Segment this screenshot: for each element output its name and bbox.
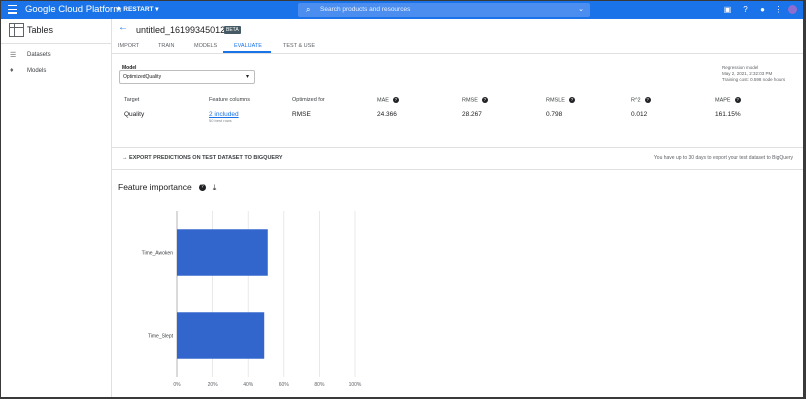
x-tick-label: 100%: [349, 382, 362, 388]
metric-value-rmsle: 0.798: [546, 111, 563, 118]
sidebar-item-label: Models: [27, 68, 47, 74]
active-tab-indicator: [223, 51, 271, 53]
sidebar-item-datasets[interactable]: ☰ Datasets: [1, 48, 111, 64]
help-icon[interactable]: ?: [741, 5, 750, 14]
metric-value-optimized-for: RMSE: [292, 111, 311, 118]
category-label: Time_Awoken: [142, 251, 174, 257]
help-icon[interactable]: ?: [644, 97, 651, 103]
tab-train[interactable]: TRAIN: [158, 43, 175, 49]
more-vert-icon[interactable]: ⋮: [774, 5, 783, 14]
metric-header-label: MAE: [377, 97, 389, 104]
main-content: ← untitled_1619934501220 BETA IMPORT TRA…: [112, 19, 803, 397]
x-tick-label: 0%: [173, 382, 181, 388]
x-tick-label: 80%: [314, 382, 325, 388]
project-name: RESTART: [123, 6, 154, 13]
help-icon[interactable]: ?: [481, 97, 488, 103]
tab-test-use[interactable]: TEST & USE: [283, 43, 315, 49]
tab-import[interactable]: IMPORT: [118, 43, 139, 49]
brand-title[interactable]: Google Cloud Platform: [25, 4, 121, 15]
category-label: Time_Slept: [148, 334, 174, 340]
chevron-down-icon[interactable]: ⌄: [578, 5, 584, 13]
notifications-icon[interactable]: ●: [758, 5, 767, 14]
model-dropdown[interactable]: OptimizedQuality ▾: [119, 70, 255, 84]
metric-value-target: Quality: [124, 111, 145, 118]
feature-importance-header: Feature importance? ⤓: [118, 182, 216, 193]
metric-value-mape: 161.15%: [715, 111, 741, 118]
sidebar-item-label: Datasets: [27, 52, 51, 58]
metric-value-r2: 0.012: [631, 111, 648, 118]
metric-header-rmsle: RMSLE?: [546, 97, 575, 103]
tables-logo-icon: [9, 23, 24, 37]
export-label: EXPORT PREDICTIONS ON TEST DATASET TO BI…: [129, 155, 283, 161]
metric-header-label: MAPE: [715, 97, 731, 104]
dataset-title-bar: ← untitled_1619934501220 BETA: [112, 19, 803, 40]
menu-icon[interactable]: [8, 5, 17, 14]
metric-header-mae: MAE?: [377, 97, 399, 103]
metric-header-feature-columns: Feature columns: [209, 97, 250, 103]
help-icon[interactable]: ?: [392, 97, 399, 103]
metric-header-optimized-for: Optimized for: [292, 97, 325, 103]
x-tick-label: 20%: [208, 382, 219, 388]
bar: [177, 229, 268, 276]
app-frame: Google Cloud Platform ✦ RESTART ▾ ⌕ Sear…: [1, 1, 803, 397]
dataset-name: untitled_1619934501220: [136, 25, 236, 35]
model-training-cost: Training cost: 0.598 node hours: [722, 77, 786, 82]
metric-header-r2: R^2?: [631, 97, 651, 103]
download-icon[interactable]: ⤓: [213, 183, 217, 192]
help-icon[interactable]: ?: [198, 184, 206, 192]
export-predictions-button[interactable]: → EXPORT PREDICTIONS ON TEST DATASET TO …: [122, 155, 283, 161]
avatar[interactable]: [788, 5, 797, 14]
feature-columns-sub: 50 best rows: [209, 118, 232, 123]
metric-header-label: RMSE: [462, 97, 478, 104]
metric-value-rmse: 28.267: [462, 111, 482, 118]
feature-importance-chart: 0% 20% 40% 60% 80% 100% Time_Awoken Time_Slept: [142, 211, 362, 388]
tab-models[interactable]: MODELS: [194, 43, 217, 49]
search-placeholder: Search products and resources: [320, 6, 411, 13]
metric-header-label: Feature columns: [209, 97, 250, 103]
tab-bar: IMPORT TRAIN MODELS EVALUATE TEST & USE: [112, 40, 803, 54]
metric-header-target: Target: [124, 97, 139, 103]
tab-evaluate[interactable]: EVALUATE: [234, 43, 262, 49]
list-icon: ☰: [10, 52, 17, 59]
export-note: You have up to 30 days to export your te…: [653, 155, 793, 161]
sidebar-title: Tables: [27, 25, 54, 35]
metric-header-label: RMSLE: [546, 97, 565, 104]
metric-header-mape: MAPE?: [715, 97, 741, 103]
divider: [112, 147, 803, 148]
project-selector[interactable]: ✦ RESTART ▾: [116, 5, 159, 13]
model-meta: Regression model May 2, 2021, 2:32:03 PM…: [722, 65, 785, 83]
sidebar-item-models[interactable]: ♦ Models: [1, 64, 111, 80]
top-app-bar: Google Cloud Platform ✦ RESTART ▾ ⌕ Sear…: [1, 1, 803, 19]
lightbulb-icon: ♦: [10, 67, 14, 74]
bar: [177, 312, 265, 359]
search-icon: ⌕: [306, 5, 311, 14]
model-dropdown-value: OptimizedQuality: [123, 74, 162, 80]
help-icon[interactable]: ?: [734, 97, 741, 103]
back-arrow-icon[interactable]: ←: [118, 22, 128, 33]
search-bar[interactable]: ⌕ Search products and resources ⌄: [298, 3, 590, 17]
divider: [112, 169, 803, 170]
dropdown-arrow-icon: ▾: [245, 74, 249, 80]
x-tick-label: 40%: [243, 382, 254, 388]
metric-header-label: Optimized for: [292, 97, 325, 103]
terminal-icon[interactable]: ▣: [723, 5, 732, 14]
metric-header-rmse: RMSE?: [462, 97, 488, 103]
sidebar-header: Tables: [1, 19, 111, 44]
metric-header-label: R^2: [631, 97, 641, 104]
feature-importance-title: Feature importance: [118, 182, 192, 192]
metrics-table: Target Feature columns Optimized for MAE…: [112, 97, 803, 137]
beta-badge: BETA: [224, 26, 241, 34]
sidebar: Tables ☰ Datasets ♦ Models: [1, 19, 112, 397]
metric-header-label: Target: [124, 97, 140, 103]
feature-columns-link[interactable]: 2 included: [209, 111, 239, 118]
help-icon[interactable]: ?: [568, 97, 575, 103]
x-tick-label: 60%: [279, 382, 290, 388]
metric-value-mae: 24.366: [377, 111, 397, 118]
